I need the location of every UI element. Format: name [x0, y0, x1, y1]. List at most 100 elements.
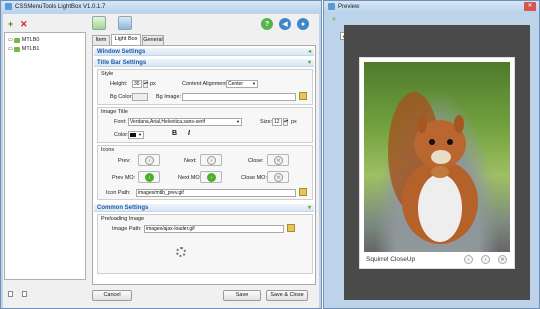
close-hover-icon: ✕	[274, 173, 283, 182]
size-unit: px	[291, 119, 297, 125]
section-title: Common Settings	[97, 205, 149, 211]
preview-window-title: Preview	[338, 4, 360, 10]
folder-icon	[13, 37, 20, 43]
browse-folder-icon[interactable]	[287, 224, 295, 232]
lightbox-next-icon[interactable]: ›	[481, 255, 490, 264]
web-icon[interactable]: ●	[297, 18, 309, 30]
icon-path-input[interactable]: images/mtlb_prev.gif	[136, 189, 296, 197]
icons-group: Icons Prev: ‹ Next: › Close: ✕ Prev MO: …	[97, 145, 313, 200]
app-icon	[5, 3, 12, 10]
section-title-bar-settings[interactable]: Title Bar Settings ▾	[94, 59, 314, 67]
size-input[interactable]: 12	[272, 118, 282, 126]
add-image-icon[interactable]	[118, 16, 132, 30]
next-mo-icon-picker[interactable]: ›	[200, 171, 222, 183]
squirrel-photo	[364, 62, 510, 252]
expand-arrow-icon[interactable]: ◂	[308, 48, 311, 56]
next-icon-picker[interactable]: ›	[200, 154, 222, 166]
browse-folder-icon[interactable]	[299, 92, 307, 100]
tree-item-label: MTLB1	[21, 46, 40, 52]
window-close-icon[interactable]: ✕	[524, 2, 536, 11]
add-lightbox-icon[interactable]	[92, 16, 106, 30]
height-unit: px	[150, 81, 156, 87]
color-label: Color:	[114, 132, 129, 138]
section-title: Title Bar Settings	[97, 60, 147, 66]
folder-icon	[13, 46, 20, 52]
height-input[interactable]: 35	[132, 80, 142, 88]
preloading-header: Preloading Image	[101, 216, 145, 222]
lightbox-prev-icon[interactable]: ‹	[464, 255, 473, 264]
next-hover-icon: ›	[207, 173, 216, 182]
loading-spinner-icon	[176, 247, 186, 257]
color-swatch	[130, 133, 136, 137]
size-spinner-icon[interactable]: ▴▾	[283, 118, 288, 126]
italic-button[interactable]: I	[188, 130, 190, 137]
expand-icon[interactable]: ▭	[8, 37, 13, 43]
close-mo-icon-picker[interactable]: ✕	[267, 171, 289, 183]
tab-light-box[interactable]: Light Box	[111, 34, 141, 45]
font-select[interactable]: Verdana,Arial,Helvetica,sans-serif ▼	[128, 118, 242, 126]
size-label: Size:	[260, 119, 273, 125]
content-alignment-label: Content Alignment:	[182, 81, 229, 87]
prev-label: Prev:	[118, 158, 131, 164]
next-label: Next:	[184, 158, 197, 164]
bold-button[interactable]: B	[172, 130, 177, 137]
preloading-group: Preloading Image Image Path: images/ajax…	[97, 214, 313, 274]
section-window-settings[interactable]: Window Settings ◂	[94, 48, 314, 56]
prev-arrow-icon: ‹	[145, 156, 154, 165]
bg-color-label: Bg Color:	[110, 94, 133, 100]
icon-path-label: Icon Path:	[106, 190, 131, 196]
close-label: Close:	[248, 158, 264, 164]
delete-icon[interactable]: ✕	[20, 19, 28, 30]
tab-item[interactable]: Item	[92, 35, 110, 45]
save-button[interactable]: Save	[223, 290, 261, 301]
close-icon-picker[interactable]: ✕	[267, 154, 289, 166]
tree-item-mtlb1[interactable]: ▭ MTLB1	[8, 45, 39, 53]
main-window-title: CSSMenuTools LightBox V1.0.1.7	[15, 4, 106, 10]
prev-mo-label: Prev MO:	[112, 175, 136, 181]
image-path-input[interactable]: images/ajax-loader.gif	[144, 225, 284, 233]
icons-header: Icons	[101, 147, 115, 153]
copy-icon[interactable]	[8, 291, 13, 297]
next-mo-label: Next MO:	[178, 175, 202, 181]
bg-image-input[interactable]	[182, 93, 296, 101]
chevron-down-icon: ▼	[138, 132, 142, 137]
lightbox-close-icon[interactable]: ✕	[498, 255, 507, 264]
help-icon[interactable]: ?	[261, 18, 273, 30]
collapse-arrow-icon[interactable]: ▾	[308, 204, 311, 212]
style-header: Style	[101, 71, 114, 77]
browse-folder-icon[interactable]	[299, 188, 307, 196]
main-titlebar: CSSMenuTools LightBox V1.0.1.7	[1, 1, 321, 13]
next-arrow-icon: ›	[207, 156, 216, 165]
back-icon[interactable]: ◀	[279, 18, 291, 30]
preview-toolbar-icon[interactable]: »	[332, 16, 336, 23]
paste-icon[interactable]	[22, 291, 27, 297]
cancel-button[interactable]: Cancel	[92, 290, 132, 301]
preview-titlebar: Preview ✕	[324, 1, 539, 13]
close-mo-label: Close MO:	[241, 175, 267, 181]
section-common-settings[interactable]: Common Settings ▾	[94, 204, 314, 212]
tree-item-label: MTLB0	[21, 37, 40, 43]
prev-icon-picker[interactable]: ‹	[138, 154, 160, 166]
collapse-arrow-icon[interactable]: ▾	[308, 59, 311, 67]
tab-general[interactable]: General	[142, 35, 164, 45]
close-icon: ✕	[274, 156, 283, 165]
add-icon[interactable]: +	[8, 19, 13, 29]
section-title: Window Settings	[97, 49, 146, 55]
font-label: Font:	[114, 119, 127, 125]
content-alignment-select[interactable]: Center ▼	[226, 80, 258, 88]
style-group: Style Height: 35 ▴▾ px Content Alignment…	[97, 69, 313, 105]
image-path-label: Image Path:	[112, 226, 142, 232]
preview-app-icon	[328, 3, 335, 10]
expand-icon[interactable]: ▭	[8, 46, 13, 52]
prev-mo-icon-picker[interactable]: ‹	[138, 171, 160, 183]
height-spinner-icon[interactable]: ▴▾	[143, 80, 148, 88]
prev-hover-icon: ‹	[145, 173, 154, 182]
bg-image-label: Bg Image:	[156, 94, 182, 100]
tree-item-mtlb0[interactable]: ▭ MTLB0	[8, 36, 39, 44]
lightbox-caption: Squirrel CloseUp	[366, 256, 416, 263]
title-color-picker[interactable]: ▼	[128, 131, 144, 139]
tree-panel: ▭ MTLB0 ▭ MTLB1	[4, 32, 86, 280]
chevron-down-icon: ▼	[236, 119, 240, 124]
save-close-button[interactable]: Save & Close	[266, 290, 308, 301]
bg-color-picker[interactable]	[132, 93, 148, 101]
